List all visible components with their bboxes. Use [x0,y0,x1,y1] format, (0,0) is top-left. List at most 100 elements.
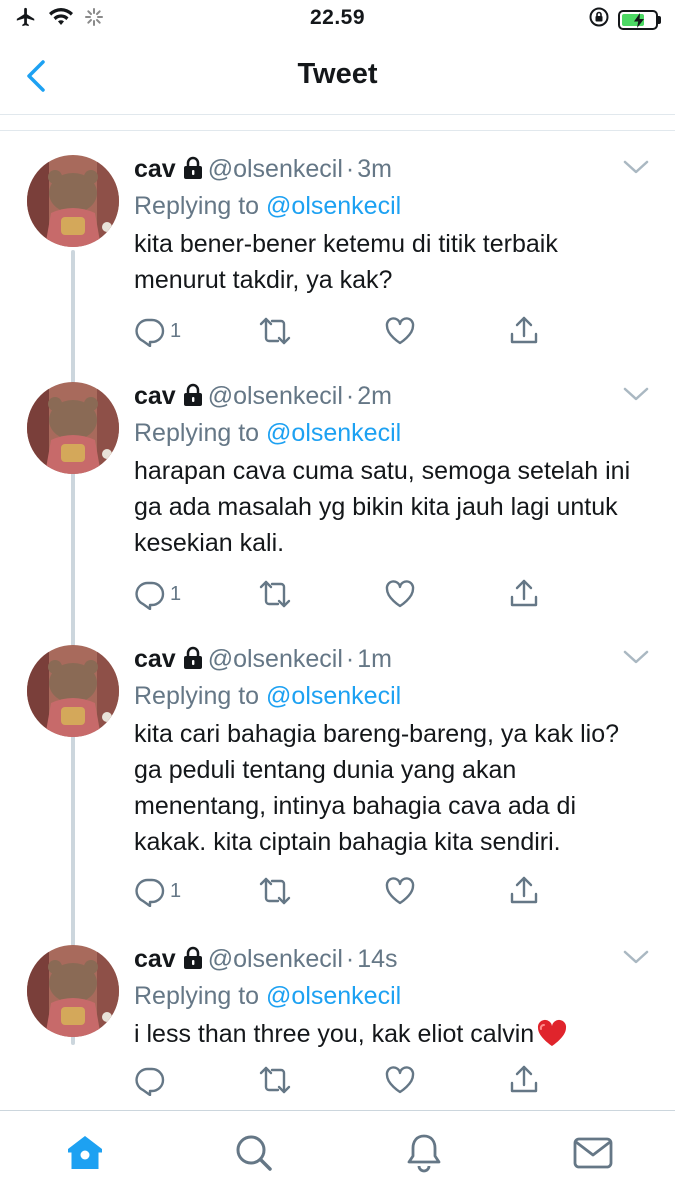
tweet[interactable]: cav @olsenkecil · 14s Replying to @olsenkeci… [0,925,675,1112]
avatar[interactable] [27,382,119,474]
retweet-icon[interactable] [258,578,292,610]
retweet-button[interactable] [258,1062,292,1098]
tweet-actions: 1 [134,873,554,909]
reply-button[interactable] [134,1062,170,1098]
tweet-header: cav @olsenkecil · 2m [134,380,634,415]
share-icon[interactable] [508,315,540,347]
display-name[interactable]: cav [134,155,176,183]
tweet-actions: 1 [134,576,554,612]
tweet-content: cav @olsenkecil · 3m Replying to @olsenkecil… [134,153,634,298]
display-name[interactable]: cav [134,382,176,410]
tweet-header: cav @olsenkecil · 1m [134,643,634,678]
chevron-down-icon[interactable] [623,949,649,965]
like-button[interactable] [384,576,416,612]
tab-messages[interactable] [571,1131,615,1175]
reply-count: 1 [170,879,182,902]
chevron-down-icon[interactable] [623,386,649,402]
avatar[interactable] [27,155,119,247]
replying-to: Replying to @olsenkecil [134,680,634,712]
tweet-header: cav @olsenkecil · 14s [134,943,634,978]
nav-bar: Tweet [0,40,675,115]
notifications-icon[interactable] [402,1131,446,1175]
home-icon[interactable] [63,1131,107,1175]
tweet-menu-chevron[interactable] [623,649,649,670]
timestamp[interactable]: 1m [357,645,392,673]
handle[interactable]: @olsenkecil [208,155,343,183]
messages-icon[interactable] [571,1131,615,1175]
timestamp[interactable]: 14s [357,945,397,973]
tab-search[interactable] [232,1131,276,1175]
replying-to: Replying to @olsenkecil [134,190,634,222]
reply-button[interactable]: 1 [134,313,181,349]
chevron-down-icon[interactable] [623,159,649,175]
tweet[interactable]: cav @olsenkecil · 2m Replying to @olsenkecil… [0,362,675,747]
separator-dot: · [345,382,355,410]
timestamp[interactable]: 3m [357,155,392,183]
tweet-text-wrap: kita cari bahagia bareng-bareng, ya kak … [134,716,634,860]
display-name[interactable]: cav [134,645,176,673]
retweet-button[interactable] [258,873,292,909]
lock-icon [182,156,204,188]
tweet-text-wrap: harapan cava cuma satu, semoga setelah i… [134,453,634,561]
reply-button[interactable]: 1 [134,576,181,612]
reply-icon[interactable] [134,578,166,610]
chevron-down-icon[interactable] [623,649,649,665]
tweet-content: cav @olsenkecil · 14s Replying to @olsenkeci… [134,943,634,1058]
heart-icon[interactable] [384,1064,416,1096]
tab-notifications[interactable] [402,1131,446,1175]
replying-label: Replying to [134,682,260,710]
mention-link[interactable]: @olsenkecil [266,682,401,710]
like-button[interactable] [384,1062,416,1098]
avatar[interactable] [27,645,119,737]
tab-bar [0,1110,675,1201]
replying-label: Replying to [134,419,260,447]
share-icon[interactable] [508,1064,540,1096]
retweet-icon[interactable] [258,1064,292,1096]
mention-link[interactable]: @olsenkecil [266,982,401,1010]
tweet-menu-chevron[interactable] [623,949,649,970]
tweet-content: cav @olsenkecil · 2m Replying to @olsenkecil… [134,380,634,561]
share-icon[interactable] [508,578,540,610]
reply-icon[interactable] [134,875,166,907]
lock-icon [182,646,204,678]
reply-button[interactable]: 1 [134,873,181,909]
mention-link[interactable]: @olsenkecil [266,419,401,447]
retweet-button[interactable] [258,313,292,349]
tweet-menu-chevron[interactable] [623,386,649,407]
search-icon[interactable] [232,1131,276,1175]
share-button[interactable] [508,576,540,612]
like-button[interactable] [384,313,416,349]
reply-icon[interactable] [134,315,166,347]
share-button[interactable] [508,1062,540,1098]
tweet-menu-chevron[interactable] [623,159,649,180]
retweet-icon[interactable] [258,315,292,347]
handle[interactable]: @olsenkecil [208,945,343,973]
like-button[interactable] [384,873,416,909]
replying-to: Replying to @olsenkecil [134,417,634,449]
tweet[interactable]: cav @olsenkecil · 3m Replying to @olsenkecil… [0,135,675,490]
mention-link[interactable]: @olsenkecil [266,192,401,220]
heart-icon[interactable] [384,875,416,907]
tweet[interactable]: cav @olsenkecil · 1m Replying to @olsenkecil… [0,625,675,1045]
divider [0,130,675,131]
heart-icon[interactable] [384,315,416,347]
replying-label: Replying to [134,982,260,1010]
reply-count: 1 [170,319,182,342]
share-button[interactable] [508,873,540,909]
separator-dot: · [345,945,355,973]
share-button[interactable] [508,313,540,349]
display-name[interactable]: cav [134,945,176,973]
timestamp[interactable]: 2m [357,382,392,410]
reply-icon[interactable] [134,1064,166,1096]
retweet-icon[interactable] [258,875,292,907]
page-title: Tweet [297,58,378,90]
retweet-button[interactable] [258,576,292,612]
heart-icon[interactable] [384,578,416,610]
separator-dot: · [345,645,355,673]
share-icon[interactable] [508,875,540,907]
avatar[interactable] [27,945,119,1037]
lock-icon [182,383,204,415]
handle[interactable]: @olsenkecil [208,645,343,673]
tab-home[interactable] [63,1131,107,1175]
handle[interactable]: @olsenkecil [208,382,343,410]
